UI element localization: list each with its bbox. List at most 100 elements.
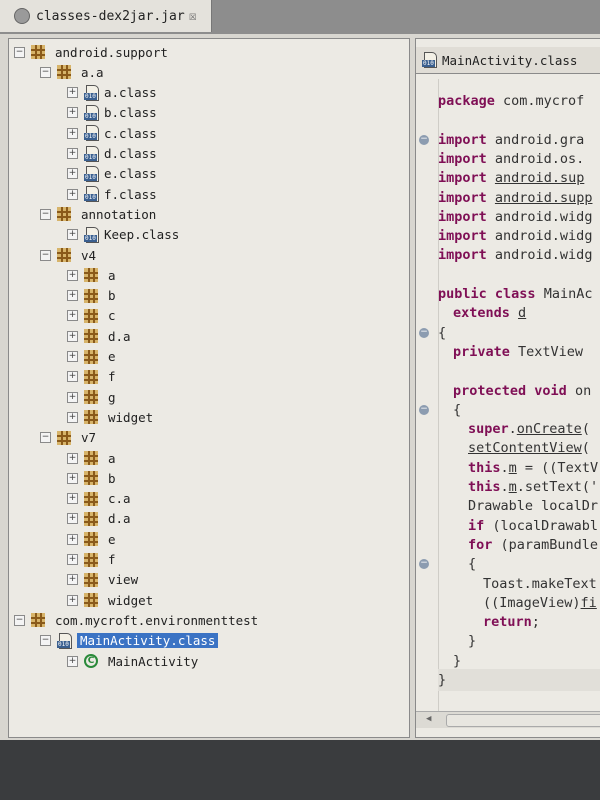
code-link[interactable]: onCreate xyxy=(517,421,582,437)
expand-icon[interactable]: + xyxy=(67,533,78,545)
tree-item[interactable]: + f.class xyxy=(67,184,157,204)
tree-item[interactable]: + e.class xyxy=(67,164,157,184)
code-link[interactable]: android.sup xyxy=(495,170,584,186)
tree-item-label: Keep.class xyxy=(104,227,180,243)
expand-icon[interactable]: + xyxy=(67,472,78,484)
expand-icon[interactable]: + xyxy=(67,554,78,565)
expand-icon[interactable]: + xyxy=(67,513,78,525)
expand-icon[interactable]: + xyxy=(67,87,78,99)
scroll-left-icon[interactable]: ◀ xyxy=(426,714,431,724)
tree-item[interactable]: − android.support xyxy=(14,42,168,62)
code-link[interactable]: setContentView xyxy=(468,440,582,456)
expand-icon[interactable]: + xyxy=(67,269,78,281)
tree-item[interactable]: − v4 xyxy=(40,245,96,265)
code-line: import android.widg xyxy=(438,246,592,265)
expand-icon[interactable]: + xyxy=(67,391,78,403)
expand-icon[interactable]: + xyxy=(67,574,78,586)
package-icon xyxy=(31,613,45,628)
tree-item[interactable]: + C MainActivity xyxy=(67,651,198,671)
code-line: Drawable localDr xyxy=(468,497,598,516)
tree-item[interactable]: + widget xyxy=(67,590,153,610)
code-keyword: void xyxy=(534,382,567,399)
expand-icon[interactable]: + xyxy=(67,290,78,302)
tree-item[interactable]: + b xyxy=(67,286,116,306)
tree-item[interactable]: + widget xyxy=(67,407,153,427)
collapse-icon[interactable]: − xyxy=(40,249,51,261)
code-text: android.os. xyxy=(486,150,585,167)
expand-icon[interactable]: + xyxy=(67,310,78,322)
package-icon xyxy=(84,593,98,608)
expand-icon[interactable]: + xyxy=(67,229,78,241)
tree-item[interactable]: + c xyxy=(67,306,116,326)
expand-icon[interactable]: + xyxy=(67,107,78,119)
tree-item[interactable]: + view xyxy=(67,570,138,590)
code-editor: MainActivity.class package com.mycrof imp… xyxy=(415,38,600,738)
expand-icon[interactable]: + xyxy=(67,330,78,342)
code-link[interactable]: m xyxy=(509,460,517,476)
code-keyword: import xyxy=(438,150,487,167)
code-line: for (paramBundle xyxy=(468,536,598,555)
expand-icon[interactable]: + xyxy=(67,655,78,667)
expand-icon[interactable]: + xyxy=(67,351,78,362)
tree-item[interactable]: − MainActivity.class xyxy=(40,631,219,651)
fold-icon[interactable]: − xyxy=(419,327,429,338)
tree-item[interactable]: − com.mycroft.environmenttest xyxy=(14,610,258,630)
tree-item[interactable]: − a.a xyxy=(40,62,104,82)
expand-icon[interactable]: + xyxy=(67,371,78,383)
close-tab-icon[interactable]: ☒ xyxy=(189,9,197,24)
code-text: com.mycrof xyxy=(494,93,585,109)
collapse-icon[interactable]: − xyxy=(40,66,51,78)
tab-classes-jar[interactable]: classes-dex2jar.jar ☒ xyxy=(0,0,212,32)
gutter xyxy=(416,79,439,711)
tree-item[interactable]: + c.a xyxy=(67,489,131,509)
tree-item[interactable]: + a xyxy=(67,265,116,285)
expand-icon[interactable]: + xyxy=(67,493,78,505)
expand-icon[interactable]: + xyxy=(67,411,78,423)
tree-item[interactable]: − annotation xyxy=(40,204,156,224)
class-file-icon xyxy=(422,52,438,68)
tree-item[interactable]: + d.a xyxy=(67,326,131,346)
tree-item[interactable]: + b xyxy=(67,468,116,488)
fold-icon[interactable]: − xyxy=(419,559,429,570)
code-link[interactable]: fi xyxy=(581,595,597,611)
collapse-icon[interactable]: − xyxy=(14,614,25,626)
tree-item[interactable]: + a.class xyxy=(67,83,157,103)
collapse-icon[interactable]: − xyxy=(40,635,51,647)
code-link[interactable]: d xyxy=(518,305,526,321)
collapse-icon[interactable]: − xyxy=(14,46,25,58)
tree-item[interactable]: − v7 xyxy=(40,428,96,448)
tab-main-activity-class[interactable]: MainActivity.class xyxy=(416,47,600,74)
code-link[interactable]: android.supp xyxy=(495,190,593,206)
expand-icon[interactable]: + xyxy=(67,452,78,464)
expand-icon[interactable]: + xyxy=(67,148,78,159)
code-link[interactable]: m xyxy=(509,479,517,495)
tree-item[interactable]: + d.a xyxy=(67,509,131,529)
tree-item-label: annotation xyxy=(81,206,157,222)
code-keyword: return xyxy=(483,614,532,631)
package-icon xyxy=(57,248,71,262)
code-keyword: protected xyxy=(453,382,527,399)
tree-item[interactable]: + c.class xyxy=(67,123,157,143)
tree-item[interactable]: + f xyxy=(67,550,116,570)
expand-icon[interactable]: + xyxy=(67,188,78,200)
expand-icon[interactable]: + xyxy=(67,594,78,606)
tree-item[interactable]: + e xyxy=(67,529,116,549)
jar-icon xyxy=(14,8,30,24)
code-view[interactable]: package com.mycrof import android.gra − imp… xyxy=(416,79,600,711)
fold-icon[interactable]: − xyxy=(419,134,429,145)
collapse-icon[interactable]: − xyxy=(40,208,51,220)
tree-item[interactable]: + f xyxy=(67,367,116,387)
tree-item[interactable]: + a xyxy=(67,448,116,468)
scrollbar-thumb[interactable] xyxy=(446,714,600,727)
tree-item[interactable]: + e xyxy=(67,347,116,367)
expand-icon[interactable]: + xyxy=(67,168,78,180)
code-keyword: import xyxy=(438,208,487,225)
tree-item[interactable]: + b.class xyxy=(67,103,157,123)
horizontal-scrollbar[interactable]: ◀ xyxy=(416,711,600,728)
tree-item[interactable]: + Keep.class xyxy=(67,225,179,245)
fold-icon[interactable]: − xyxy=(419,404,429,415)
collapse-icon[interactable]: − xyxy=(40,432,51,444)
expand-icon[interactable]: + xyxy=(67,127,78,139)
tree-item[interactable]: + g xyxy=(67,387,116,407)
tree-item[interactable]: + d.class xyxy=(67,144,157,164)
